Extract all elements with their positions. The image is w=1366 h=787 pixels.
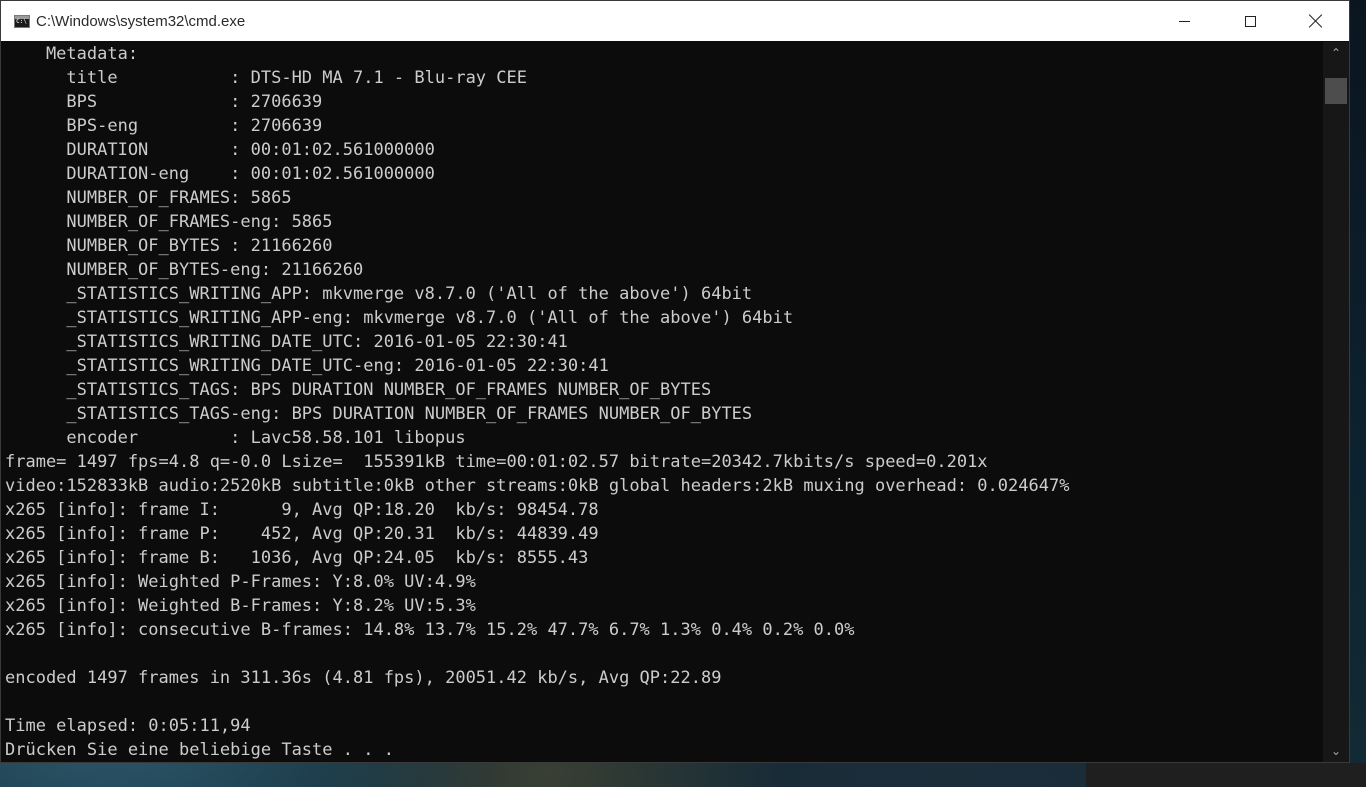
console-line: encoder : Lavc58.58.101 libopus xyxy=(5,428,466,448)
console-line: NUMBER_OF_FRAMES-eng: 5865 xyxy=(5,212,333,232)
desktop-panel xyxy=(1086,763,1366,787)
title-bar[interactable]: C:\Windows\system32\cmd.exe xyxy=(1,1,1349,41)
console-line: DURATION : 00:01:02.561000000 xyxy=(5,140,435,160)
console-line: NUMBER_OF_FRAMES: 5865 xyxy=(5,188,292,208)
close-icon xyxy=(1309,14,1323,28)
vertical-scrollbar[interactable]: ⌃ ⌄ xyxy=(1323,42,1349,762)
maximize-button[interactable] xyxy=(1217,1,1283,41)
cmd-window: C:\Windows\system32\cmd.exe Metadata: ti… xyxy=(0,0,1350,763)
console-line: title : DTS-HD MA 7.1 - Blu-ray CEE xyxy=(5,68,527,88)
scroll-down-button[interactable]: ⌄ xyxy=(1323,740,1349,762)
console-line: _STATISTICS_WRITING_DATE_UTC-eng: 2016-0… xyxy=(5,356,609,376)
console-line: _STATISTICS_TAGS: BPS DURATION NUMBER_OF… xyxy=(5,380,712,400)
console-line: x265 [info]: frame B: 1036, Avg QP:24.05… xyxy=(5,548,589,568)
scrollbar-thumb[interactable] xyxy=(1325,78,1347,104)
console-line: _STATISTICS_WRITING_APP: mkvmerge v8.7.0… xyxy=(5,284,753,304)
window-title: C:\Windows\system32\cmd.exe xyxy=(36,12,246,30)
console-line: DURATION-eng : 00:01:02.561000000 xyxy=(5,164,435,184)
close-button[interactable] xyxy=(1283,1,1349,41)
console-line: _STATISTICS_TAGS-eng: BPS DURATION NUMBE… xyxy=(5,404,753,424)
console-line: NUMBER_OF_BYTES-eng: 21166260 xyxy=(5,260,364,280)
console-line: x265 [info]: frame P: 452, Avg QP:20.31 … xyxy=(5,524,599,544)
console-line: BPS : 2706639 xyxy=(5,92,323,112)
console-text: Metadata: title : DTS-HD MA 7.1 - Blu-ra… xyxy=(1,42,1323,762)
minimize-button[interactable] xyxy=(1151,1,1217,41)
scroll-up-arrow-icon: ⌃ xyxy=(1330,46,1342,60)
console-line: x265 [info]: frame I: 9, Avg QP:18.20 kb… xyxy=(5,500,599,520)
console-line: x265 [info]: Weighted B-Frames: Y:8.2% U… xyxy=(5,596,476,616)
minimize-icon xyxy=(1178,20,1190,22)
console-line: video:152833kB audio:2520kB subtitle:0kB… xyxy=(5,476,1070,496)
console-line: Time elapsed: 0:05:11,94 xyxy=(5,716,251,736)
console-line: frame= 1497 fps=4.8 q=-0.0 Lsize= 155391… xyxy=(5,452,988,472)
cmd-icon[interactable] xyxy=(14,14,30,28)
console-line: x265 [info]: consecutive B-frames: 14.8%… xyxy=(5,620,855,640)
console-line: BPS-eng : 2706639 xyxy=(5,116,323,136)
scroll-down-arrow-icon: ⌄ xyxy=(1330,744,1342,758)
console-line: Drücken Sie eine beliebige Taste . . . xyxy=(5,740,394,760)
console-line: Metadata: xyxy=(5,44,139,64)
console-line: encoded 1497 frames in 311.36s (4.81 fps… xyxy=(5,668,722,688)
console-line: NUMBER_OF_BYTES : 21166260 xyxy=(5,236,333,256)
maximize-icon xyxy=(1244,15,1256,27)
console-output[interactable]: Metadata: title : DTS-HD MA 7.1 - Blu-ra… xyxy=(1,42,1323,762)
scroll-up-button[interactable]: ⌃ xyxy=(1323,42,1349,64)
console-line: _STATISTICS_WRITING_DATE_UTC: 2016-01-05… xyxy=(5,332,568,352)
console-line: _STATISTICS_WRITING_APP-eng: mkvmerge v8… xyxy=(5,308,794,328)
console-line: x265 [info]: Weighted P-Frames: Y:8.0% U… xyxy=(5,572,476,592)
